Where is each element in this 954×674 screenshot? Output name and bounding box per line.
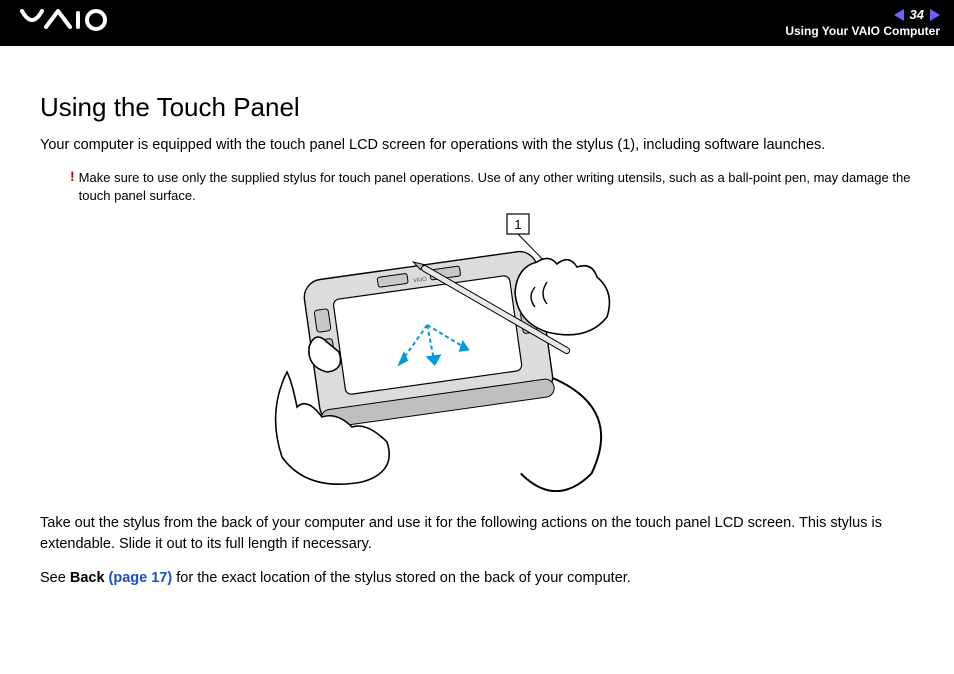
intro-paragraph: Your computer is equipped with the touch… bbox=[40, 135, 914, 155]
stylus-illustration: 1 VAIO bbox=[267, 212, 687, 492]
see-prefix: See bbox=[40, 570, 70, 586]
prev-page-icon[interactable] bbox=[894, 9, 904, 21]
body-paragraph-2: Take out the stylus from the back of you… bbox=[40, 513, 914, 554]
vaio-logo bbox=[20, 7, 130, 40]
next-page-icon[interactable] bbox=[930, 9, 940, 21]
warning-icon: ! bbox=[70, 169, 75, 184]
see-bold: Back bbox=[70, 570, 109, 586]
stylus-figure: 1 VAIO bbox=[40, 212, 914, 497]
header-right: 34 Using Your VAIO Computer bbox=[785, 8, 940, 37]
see-suffix: for the exact location of the stylus sto… bbox=[172, 570, 631, 586]
warning-text: Make sure to use only the supplied stylu… bbox=[79, 169, 914, 204]
vaio-logo-svg bbox=[20, 7, 130, 33]
manual-page: 34 Using Your VAIO Computer Using the To… bbox=[0, 0, 954, 674]
callout-label: 1 bbox=[514, 217, 521, 232]
section-name: Using Your VAIO Computer bbox=[785, 25, 940, 38]
page-nav: 34 bbox=[785, 8, 940, 22]
warning-note: ! Make sure to use only the supplied sty… bbox=[70, 169, 914, 204]
page-number: 34 bbox=[910, 8, 924, 22]
see-reference: See Back (page 17) for the exact locatio… bbox=[40, 568, 914, 588]
page-header: 34 Using Your VAIO Computer bbox=[0, 0, 954, 46]
page-content: Using the Touch Panel Your computer is e… bbox=[0, 46, 954, 622]
page-17-link[interactable]: (page 17) bbox=[109, 570, 173, 586]
page-title: Using the Touch Panel bbox=[40, 92, 914, 123]
